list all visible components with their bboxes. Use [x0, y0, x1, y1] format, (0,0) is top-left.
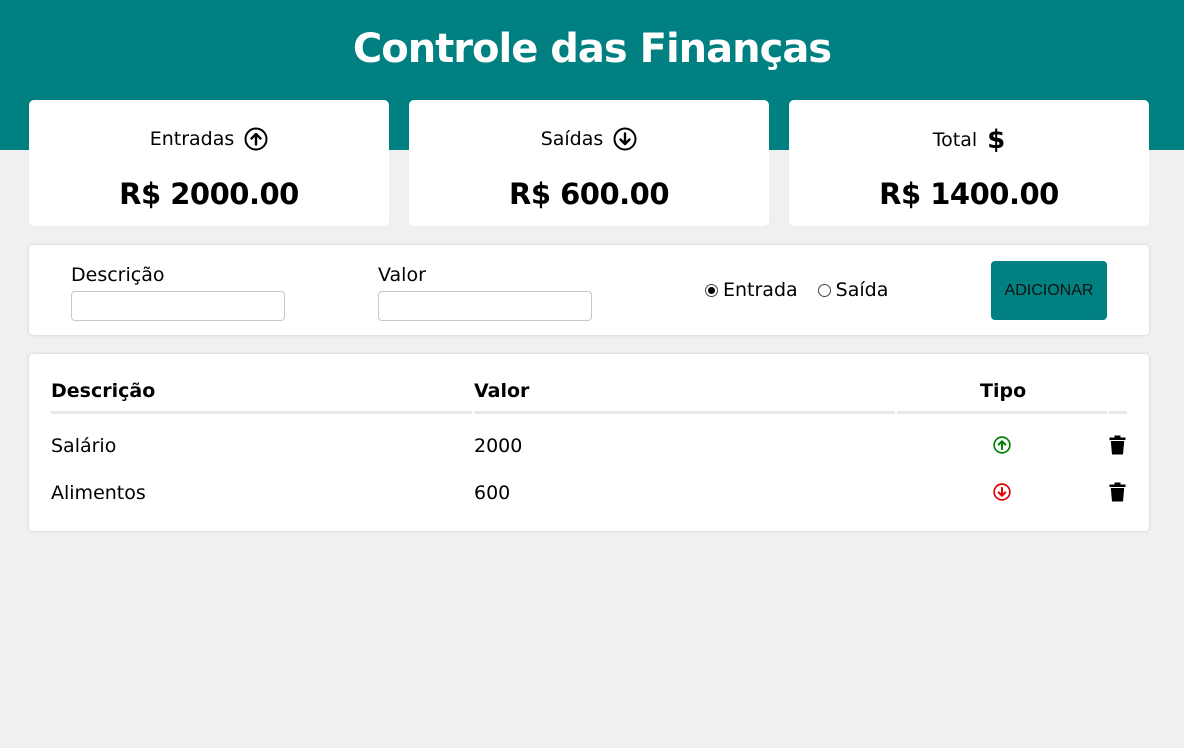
value-label: Valor: [378, 264, 426, 286]
card-value: R$ 1400.00: [879, 177, 1059, 211]
description-input[interactable]: [71, 291, 285, 321]
page-title: Controle das Finanças: [352, 26, 832, 72]
row-value: 600: [474, 482, 511, 504]
description-label: Descrição: [71, 264, 165, 286]
radio-entrada-label[interactable]: Entrada: [723, 279, 798, 301]
column-header-tipo: Tipo: [980, 380, 1027, 402]
column-header-descricao: Descrição: [51, 380, 156, 402]
card-label: Entradas: [149, 128, 235, 150]
card-label: Total: [932, 129, 978, 151]
summary-card-entradas: Entradas R$ 2000.00: [29, 100, 389, 226]
arrow-down-circle-icon: [613, 127, 637, 151]
value-input[interactable]: [378, 291, 592, 321]
transaction-form: Descrição Valor Entrada Saída ADICIONAR: [29, 245, 1149, 335]
add-button[interactable]: ADICIONAR: [991, 261, 1107, 320]
arrow-down-circle-icon: [993, 483, 1011, 501]
row-value: 2000: [474, 435, 523, 457]
header-divider: [1109, 411, 1127, 414]
card-label: Saídas: [540, 128, 604, 150]
header-divider: [897, 411, 1107, 414]
radio-entrada[interactable]: [705, 283, 718, 297]
header-divider: [474, 411, 895, 414]
type-radio-group: Entrada Saída: [705, 279, 908, 301]
radio-saida-label[interactable]: Saída: [836, 279, 889, 301]
summary-card-total: Total $ R$ 1400.00: [789, 100, 1149, 226]
arrow-up-circle-icon: [993, 436, 1011, 454]
card-value: R$ 600.00: [508, 177, 670, 211]
header-divider: [51, 411, 472, 414]
card-value: R$ 2000.00: [119, 177, 299, 211]
delete-row-trash-icon[interactable]: [1109, 435, 1126, 455]
summary-card-saidas: Saídas R$ 600.00: [409, 100, 769, 226]
row-description: Salário: [51, 435, 117, 457]
column-header-valor: Valor: [474, 380, 530, 402]
radio-saida[interactable]: [817, 283, 831, 297]
transactions-table: Descrição Valor Tipo Salário 2000 Alimen…: [29, 354, 1149, 531]
dollar-icon: $: [987, 125, 1006, 155]
delete-row-trash-icon[interactable]: [1109, 482, 1126, 502]
row-description: Alimentos: [51, 482, 146, 504]
arrow-up-circle-icon: [244, 127, 268, 151]
